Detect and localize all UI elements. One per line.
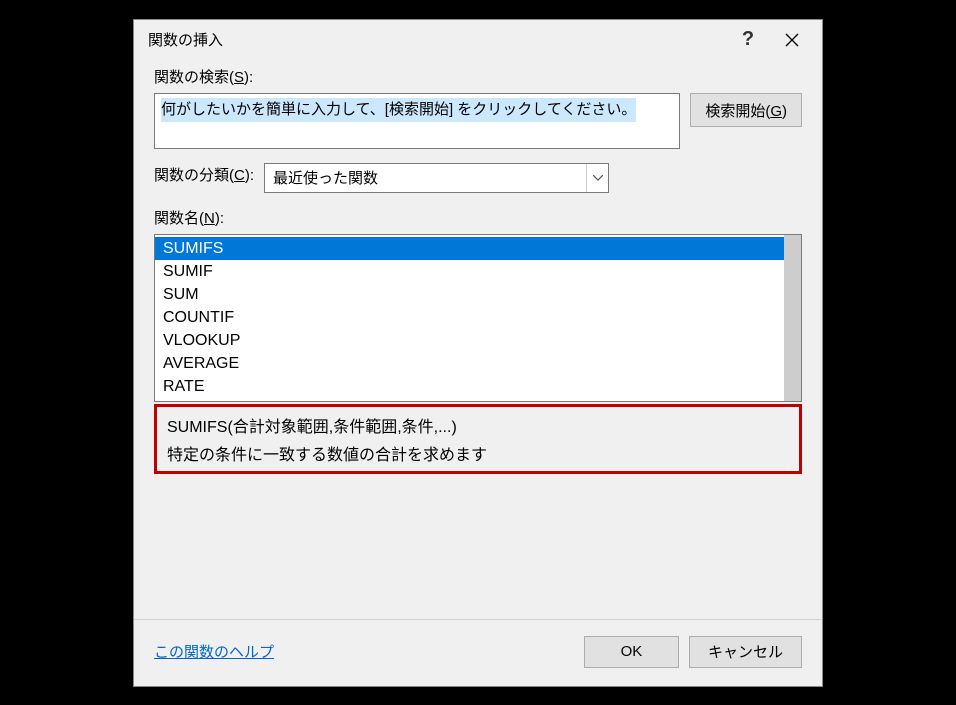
function-name-label: 関数名(N):: [154, 207, 802, 228]
help-icon[interactable]: ?: [726, 24, 770, 56]
function-help-link[interactable]: この関数のヘルプ: [154, 641, 274, 662]
dialog-title: 関数の挿入: [148, 29, 726, 50]
category-label: 関数の分類(C):: [154, 164, 254, 185]
search-label: 関数の検索(S):: [154, 66, 802, 87]
search-row: 何がしたいかを簡単に入力して、[検索開始] をクリックしてください。 検索開始(…: [154, 93, 802, 149]
dialog-content: 関数の検索(S): 何がしたいかを簡単に入力して、[検索開始] をクリックしてく…: [134, 60, 822, 619]
list-item[interactable]: COUNTIF: [155, 306, 784, 329]
close-icon[interactable]: [770, 24, 814, 56]
list-item[interactable]: RATE: [155, 375, 784, 398]
list-item[interactable]: SUMIF: [155, 260, 784, 283]
dialog-footer: この関数のヘルプ OK キャンセル: [134, 619, 822, 686]
list-item[interactable]: AVERAGE: [155, 352, 784, 375]
cancel-button[interactable]: キャンセル: [689, 636, 802, 668]
function-description: SUMIFS(合計対象範囲,条件範囲,条件,...) 特定の条件に一致する数値の…: [154, 404, 802, 474]
list-item[interactable]: SUM: [155, 283, 784, 306]
scrollbar-thumb[interactable]: [784, 235, 801, 401]
scrollbar[interactable]: [784, 235, 801, 401]
search-start-button[interactable]: 検索開始(G): [690, 93, 802, 127]
search-input[interactable]: 何がしたいかを簡単に入力して、[検索開始] をクリックしてください。: [154, 93, 680, 149]
insert-function-dialog: 関数の挿入 ? 関数の検索(S): 何がしたいかを簡単に入力して、[検索開始] …: [133, 19, 823, 687]
chevron-down-icon: [586, 164, 608, 192]
list-item[interactable]: SUMIFS: [155, 237, 784, 260]
category-select[interactable]: 最近使った関数: [264, 163, 609, 193]
function-syntax: SUMIFS(合計対象範囲,条件範囲,条件,...): [167, 413, 789, 437]
function-list-items: SUMIFSSUMIFSUMCOUNTIFVLOOKUPAVERAGERATE: [155, 235, 784, 401]
function-description-text: 特定の条件に一致する数値の合計を求めます: [167, 441, 789, 465]
function-listbox[interactable]: SUMIFSSUMIFSUMCOUNTIFVLOOKUPAVERAGERATE: [154, 234, 802, 402]
list-item[interactable]: VLOOKUP: [155, 329, 784, 352]
ok-button[interactable]: OK: [584, 636, 679, 668]
titlebar: 関数の挿入 ?: [134, 20, 822, 60]
category-row: 関数の分類(C): 最近使った関数: [154, 163, 802, 193]
